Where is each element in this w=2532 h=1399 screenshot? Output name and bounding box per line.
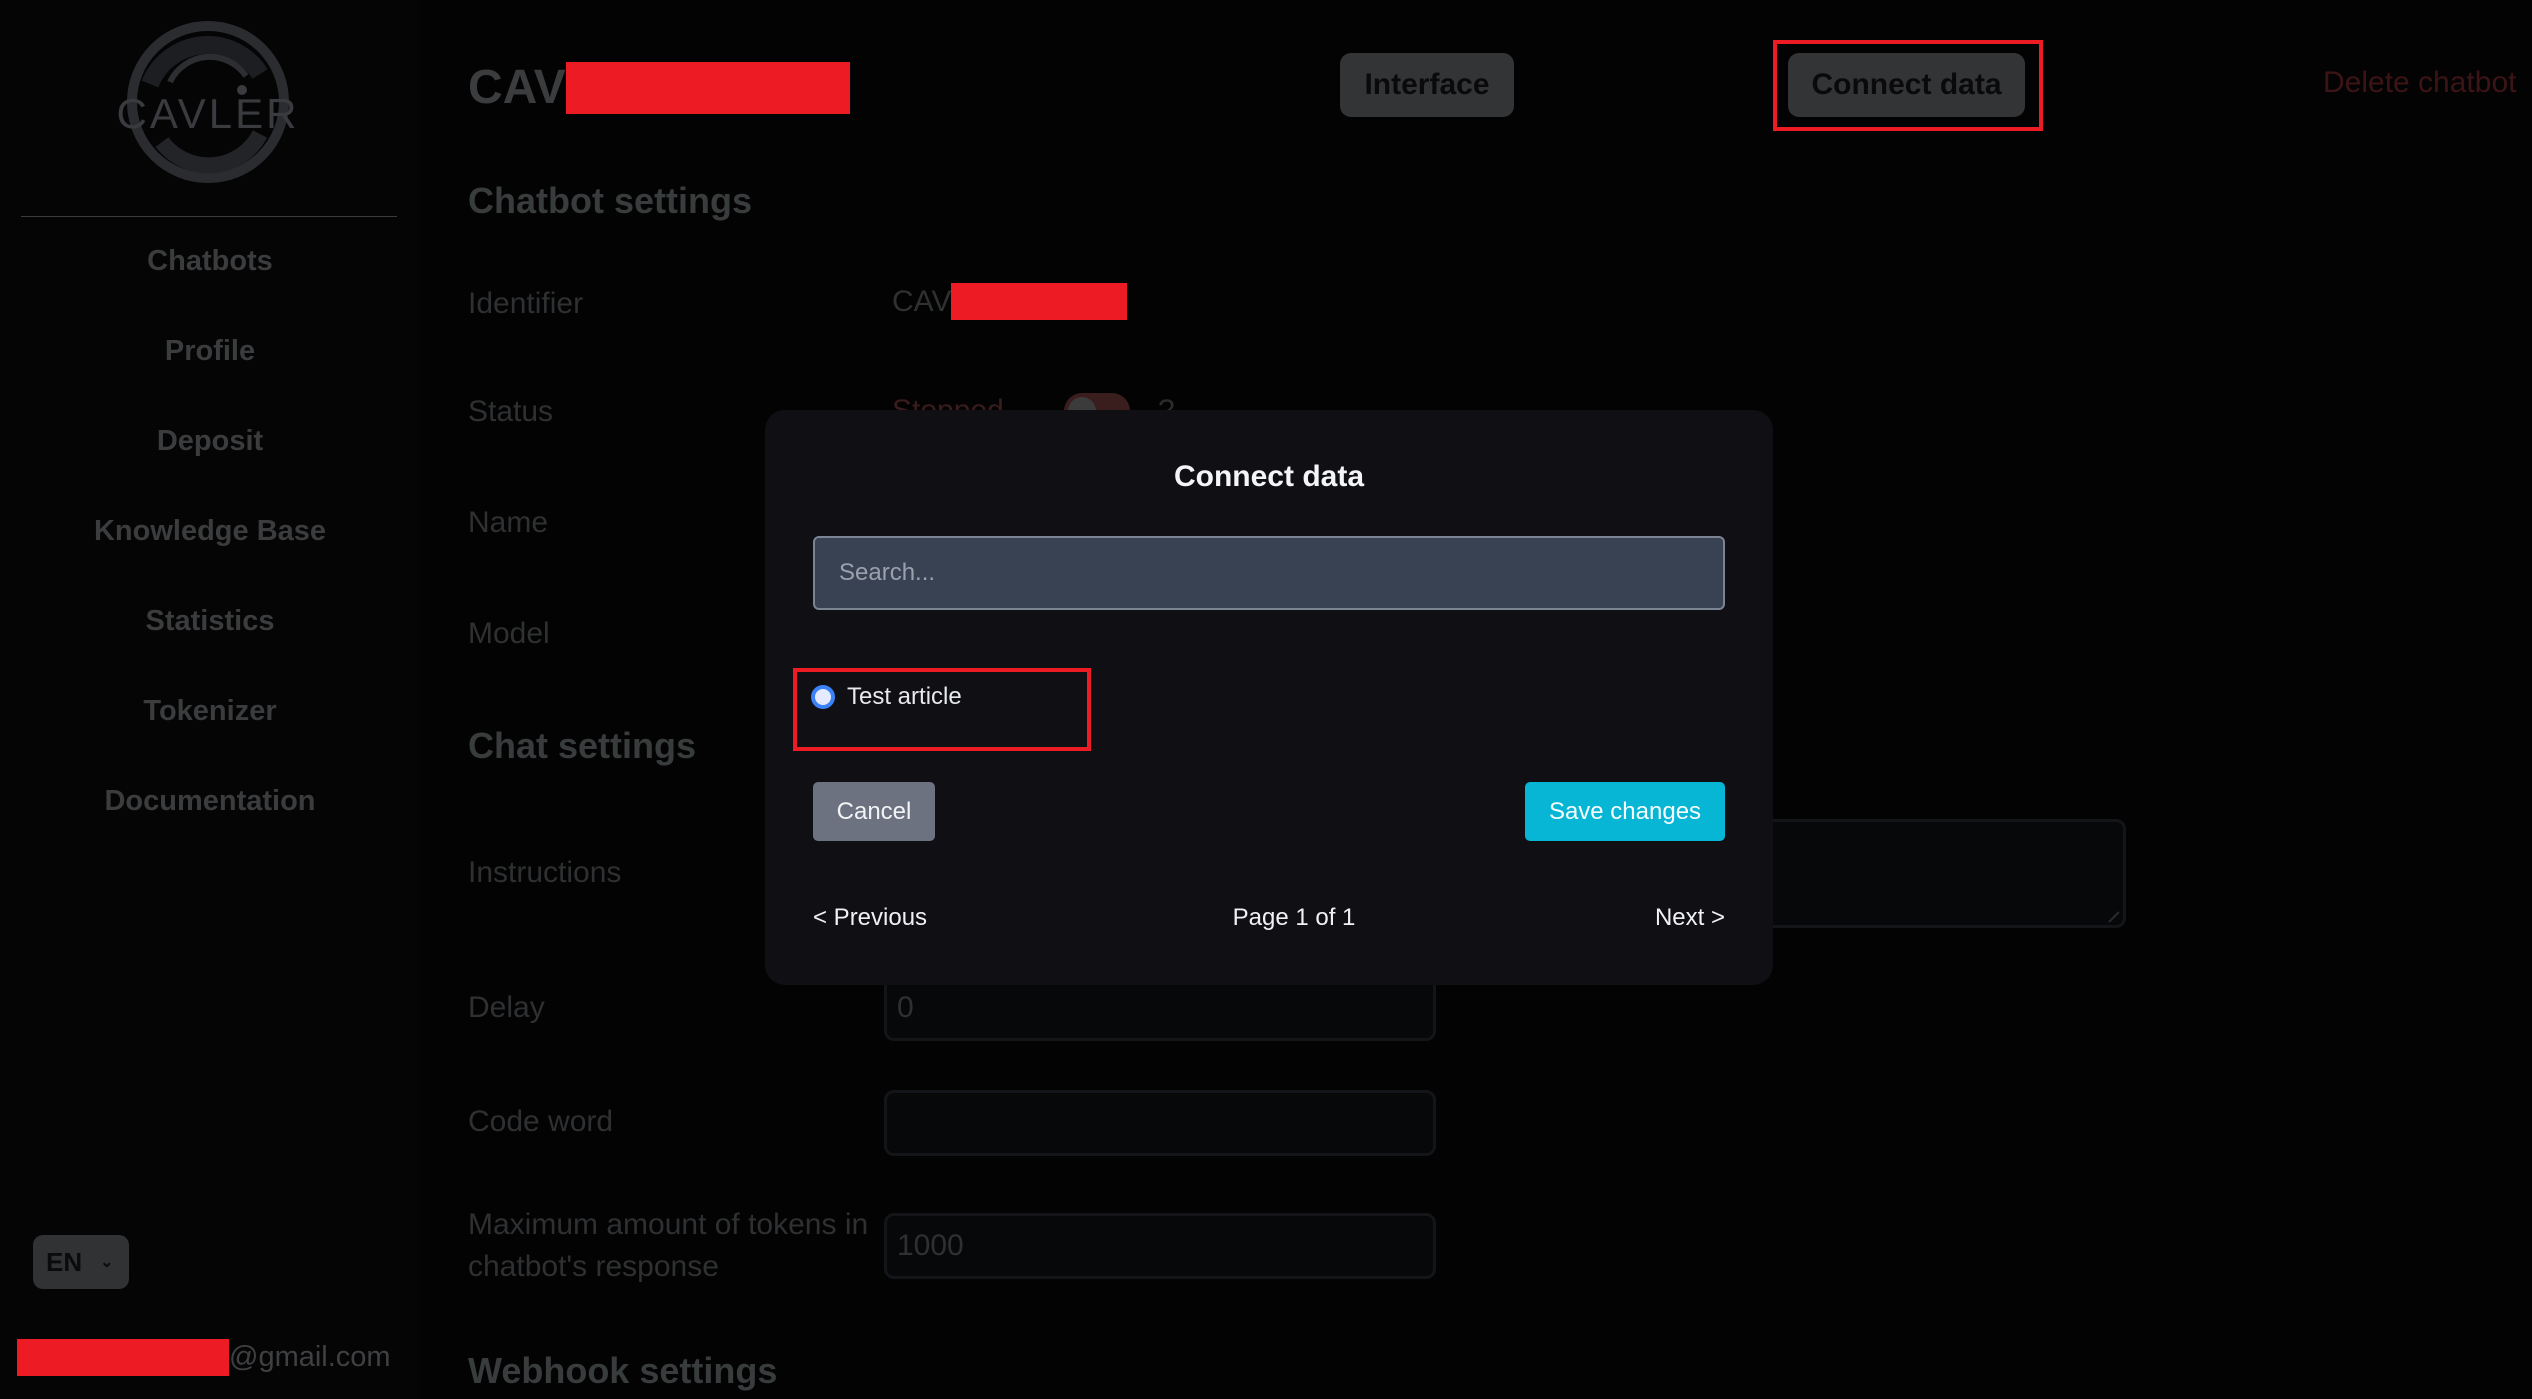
redacted-block xyxy=(951,283,1128,320)
max-tokens-label: Maximum amount of tokens in chatbot's re… xyxy=(468,1208,869,1283)
sidebar-item-knowledge-base[interactable]: Knowledge Base xyxy=(0,515,420,548)
identifier-prefix: CAV xyxy=(892,284,952,318)
interface-button[interactable]: Interface xyxy=(1340,53,1514,117)
delay-value: 0 xyxy=(897,991,914,1024)
delay-label: Delay xyxy=(468,991,545,1024)
chatbot-settings-heading: Chatbot settings xyxy=(468,180,752,221)
sidebar-item-profile[interactable]: Profile xyxy=(0,335,420,368)
sidebar-item-deposit[interactable]: Deposit xyxy=(0,425,420,458)
code-word-label: Code word xyxy=(468,1105,614,1138)
modal-title: Connect data xyxy=(1173,460,1365,493)
radio-button[interactable] xyxy=(811,685,835,709)
search-input[interactable] xyxy=(813,536,1725,610)
sidebar: CAVLER Chatbots Profile Deposit Knowledg… xyxy=(0,0,420,1399)
sidebar-item-statistics[interactable]: Statistics xyxy=(0,605,420,638)
page-title-prefix: CAV xyxy=(468,61,566,114)
language-value: EN xyxy=(46,1246,83,1277)
language-select[interactable]: EN ⌄ xyxy=(33,1235,129,1289)
code-word-input[interactable] xyxy=(884,1090,1436,1156)
resize-handle-icon[interactable] xyxy=(2098,901,2120,923)
chevron-down-icon: ⌄ xyxy=(100,1254,114,1271)
delete-chatbot-link[interactable]: Delete chatbot xyxy=(2323,66,2516,100)
status-label: Status xyxy=(468,395,554,428)
connect-data-button[interactable]: Connect data xyxy=(1788,53,2025,117)
redacted-block xyxy=(17,1338,229,1376)
user-email-domain: @gmail.com xyxy=(229,1340,391,1373)
sidebar-item-tokenizer[interactable]: Tokenizer xyxy=(0,695,420,728)
redacted-block xyxy=(565,61,850,114)
page-title: CAV xyxy=(468,60,850,115)
sidebar-item-documentation[interactable]: Documentation xyxy=(0,785,420,818)
name-label: Name xyxy=(468,506,549,539)
max-tokens-value: 1000 xyxy=(897,1229,964,1262)
webhook-settings-heading: Webhook settings xyxy=(468,1350,778,1391)
model-label: Model xyxy=(468,617,550,650)
connect-data-modal: Connect data Test article Cancel Save ch… xyxy=(765,410,1773,985)
sidebar-divider xyxy=(21,216,397,217)
list-item-label: Test article xyxy=(847,683,962,710)
instructions-label: Instructions xyxy=(468,856,622,889)
next-page-link[interactable]: Next > xyxy=(1655,904,1725,932)
identifier-value: CAV xyxy=(892,283,1128,320)
user-email: @gmail.com xyxy=(17,1338,391,1376)
sidebar-item-chatbots[interactable]: Chatbots xyxy=(0,245,420,278)
max-tokens-input[interactable]: 1000 xyxy=(884,1213,1436,1279)
logo-text: CAVLER xyxy=(117,90,300,137)
cavler-logo[interactable]: CAVLER xyxy=(110,14,306,184)
list-item[interactable]: Test article xyxy=(811,683,962,711)
identifier-label: Identifier xyxy=(468,287,584,320)
cancel-button[interactable]: Cancel xyxy=(813,782,935,841)
chat-settings-heading: Chat settings xyxy=(468,725,697,766)
save-changes-button[interactable]: Save changes xyxy=(1525,782,1725,841)
